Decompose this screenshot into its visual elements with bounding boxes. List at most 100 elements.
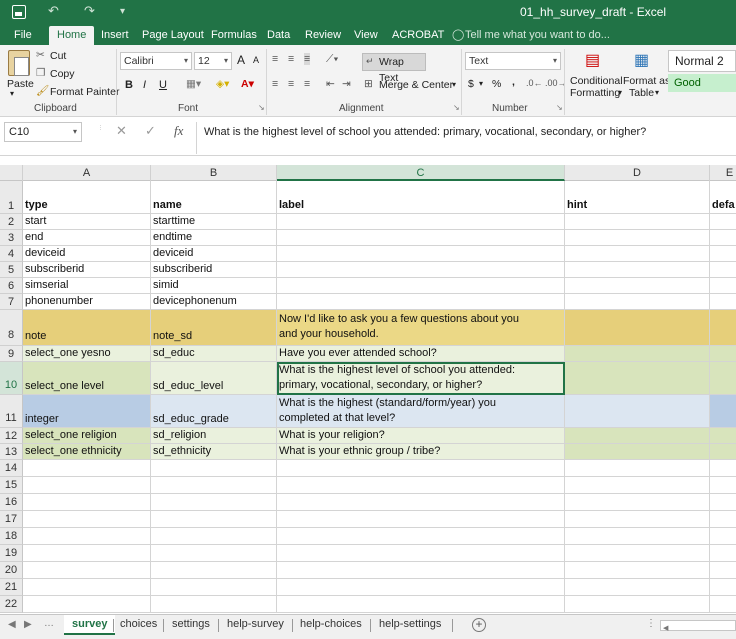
align-top-icon[interactable]: ≡ <box>272 53 278 65</box>
cell-c14[interactable] <box>277 460 565 477</box>
decrease-indent-icon[interactable]: ⇤ <box>326 78 335 90</box>
cell-e12[interactable] <box>710 428 736 444</box>
next-sheet-icon[interactable]: ▶ <box>24 619 32 630</box>
format-as-table-sub-label[interactable]: Table <box>629 87 654 99</box>
orientation-icon[interactable]: ⟋▾ <box>326 53 338 66</box>
row-header[interactable]: 18 <box>0 528 23 545</box>
cell-a16[interactable] <box>23 494 151 511</box>
shrink-font-button[interactable]: A <box>253 55 259 65</box>
align-left-icon[interactable]: ≡ <box>272 78 278 90</box>
row-header[interactable]: 8 <box>0 310 23 346</box>
column-header-e[interactable]: E <box>710 165 736 181</box>
conditional-formatting-label[interactable]: Conditional <box>570 75 623 87</box>
copy-button[interactable]: Copy <box>50 68 75 80</box>
cell-d7[interactable] <box>565 294 710 310</box>
align-middle-icon[interactable]: ≡ <box>288 53 294 65</box>
number-dialog-launcher-icon[interactable]: ↘ <box>556 103 563 112</box>
borders-icon[interactable]: ▦▾ <box>186 78 201 90</box>
redo-icon[interactable]: ↷ <box>84 3 95 19</box>
cell-d17[interactable] <box>565 511 710 528</box>
cell-a12[interactable]: select_one religion <box>23 428 151 444</box>
cell-e21[interactable] <box>710 579 736 596</box>
row-header[interactable]: 9 <box>0 346 23 362</box>
cell-a10[interactable]: select_one level <box>23 362 151 395</box>
cell-b16[interactable] <box>151 494 277 511</box>
cell-b5[interactable]: subscriberid <box>151 262 277 278</box>
alignment-dialog-launcher-icon[interactable]: ↘ <box>453 103 460 112</box>
cell-b12[interactable]: sd_religion <box>151 428 277 444</box>
cell-a14[interactable] <box>23 460 151 477</box>
more-sheets-left-icon[interactable]: … <box>44 618 54 629</box>
cell-d15[interactable] <box>565 477 710 494</box>
cell-d1[interactable]: hint <box>565 181 710 214</box>
currency-dropdown-icon[interactable]: ▾ <box>479 79 483 88</box>
cell-b11[interactable]: sd_educ_grade <box>151 395 277 428</box>
paste-dropdown-icon[interactable]: ▾ <box>10 89 14 98</box>
tab-file[interactable]: File <box>14 27 32 45</box>
cell-e8[interactable] <box>710 310 736 346</box>
cell-a21[interactable] <box>23 579 151 596</box>
format-as-table-dropdown-icon[interactable]: ▾ <box>655 88 659 97</box>
comma-button[interactable]: , <box>512 76 515 88</box>
bold-button[interactable]: B <box>125 79 133 91</box>
cell-a19[interactable] <box>23 545 151 562</box>
merge-dropdown-icon[interactable]: ▾ <box>452 80 456 89</box>
cell-d2[interactable] <box>565 214 710 230</box>
cell-e16[interactable] <box>710 494 736 511</box>
select-all-corner[interactable] <box>0 165 23 181</box>
cell-e3[interactable] <box>710 230 736 246</box>
cell-b6[interactable]: simid <box>151 278 277 294</box>
cell-d9[interactable] <box>565 346 710 362</box>
percent-button[interactable]: % <box>492 78 501 90</box>
name-box[interactable]: C10 ▾ <box>4 122 82 142</box>
cell-a17[interactable] <box>23 511 151 528</box>
sheet-tab-help-survey[interactable]: help-survey <box>227 615 284 635</box>
row-header[interactable]: 14 <box>0 460 23 477</box>
cell-b19[interactable] <box>151 545 277 562</box>
cell-c18[interactable] <box>277 528 565 545</box>
row-header[interactable]: 19 <box>0 545 23 562</box>
row-header[interactable]: 13 <box>0 444 23 460</box>
column-header-a[interactable]: A <box>23 165 151 181</box>
cell-e6[interactable] <box>710 278 736 294</box>
cell-c17[interactable] <box>277 511 565 528</box>
currency-button[interactable]: $ <box>468 78 474 90</box>
cell-a7[interactable]: phonenumber <box>23 294 151 310</box>
cell-c21[interactable] <box>277 579 565 596</box>
cell-d14[interactable] <box>565 460 710 477</box>
cell-a11[interactable]: integer <box>23 395 151 428</box>
cell-c7[interactable] <box>277 294 565 310</box>
cell-e19[interactable] <box>710 545 736 562</box>
row-header[interactable]: 6 <box>0 278 23 294</box>
align-center-icon[interactable]: ≡ <box>288 78 294 90</box>
underline-button[interactable]: U <box>159 79 167 91</box>
cell-c9[interactable]: Have you ever attended school? <box>277 346 565 362</box>
cell-a3[interactable]: end <box>23 230 151 246</box>
cell-b9[interactable]: sd_educ <box>151 346 277 362</box>
row-header[interactable]: 4 <box>0 246 23 262</box>
cell-c13[interactable]: What is your ethnic group / tribe? <box>277 444 565 460</box>
save-icon[interactable] <box>12 5 26 19</box>
cell-c10[interactable]: What is the highest level of school you … <box>277 362 565 395</box>
cell-a5[interactable]: subscriberid <box>23 262 151 278</box>
cell-e14[interactable] <box>710 460 736 477</box>
cell-c5[interactable] <box>277 262 565 278</box>
row-header[interactable]: 1 <box>0 181 23 214</box>
cell-d20[interactable] <box>565 562 710 579</box>
cell-c2[interactable] <box>277 214 565 230</box>
cell-b21[interactable] <box>151 579 277 596</box>
cell-a22[interactable] <box>23 596 151 613</box>
cell-c15[interactable] <box>277 477 565 494</box>
enter-icon[interactable]: ✓ <box>145 123 156 139</box>
style-good[interactable]: Good <box>668 74 736 92</box>
sheet-tab-help-settings[interactable]: help-settings <box>379 615 441 635</box>
tab-review[interactable]: Review <box>305 27 341 45</box>
format-as-table-label[interactable]: Format as <box>623 75 670 87</box>
cell-b14[interactable] <box>151 460 277 477</box>
cell-d10[interactable] <box>565 362 710 395</box>
tab-page-layout[interactable]: Page Layout <box>142 27 204 45</box>
style-normal-2[interactable]: Normal 2 <box>668 50 736 72</box>
row-header[interactable]: 10 <box>0 362 23 395</box>
cell-d22[interactable] <box>565 596 710 613</box>
cell-d4[interactable] <box>565 246 710 262</box>
